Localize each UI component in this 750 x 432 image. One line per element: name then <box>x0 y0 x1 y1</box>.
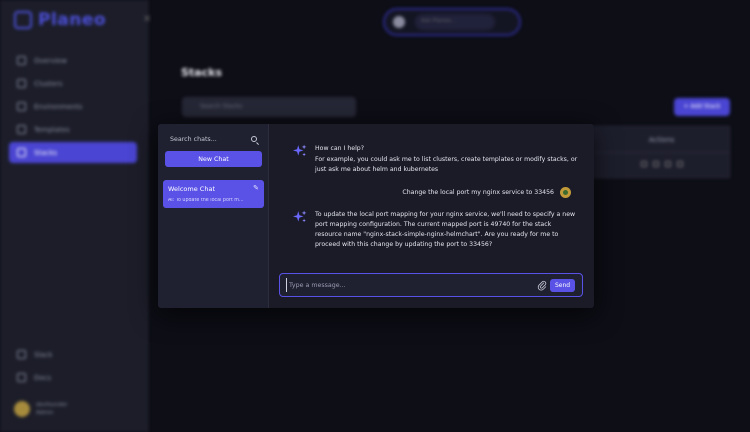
top-ai-search[interactable]: Ask Planeo... <box>383 8 521 36</box>
edit-pencil-icon[interactable]: ✎ <box>253 184 259 192</box>
message-input[interactable] <box>286 278 526 292</box>
sidebar-bottom-nav: Slack Docs <box>9 344 137 390</box>
collapse-sidebar-icon[interactable]: ✕ <box>143 14 151 25</box>
sparkle-icon <box>293 144 307 157</box>
docs-icon <box>17 373 26 382</box>
message-line: proceed with this change by updating the… <box>315 241 493 248</box>
delete-icon[interactable] <box>676 161 683 167</box>
message-line: For example, you could ask me to list cl… <box>315 156 578 163</box>
sidebar-item-label: Stacks <box>34 148 58 157</box>
planeo-logo-icon <box>14 11 32 29</box>
chat-search-placeholder: Search chats... <box>170 136 217 143</box>
stack-icon <box>17 148 26 157</box>
user-role: Admin <box>36 410 54 416</box>
grid-icon <box>17 102 26 111</box>
edit-icon[interactable] <box>652 161 659 167</box>
send-button[interactable]: Send <box>550 279 575 292</box>
ai-assistant-icon <box>393 16 405 28</box>
message-line: resource name "nginx-stack-simple-nginx-… <box>315 231 559 238</box>
add-stack-button[interactable]: + Add Stack <box>674 98 730 116</box>
chat-modal: Search chats... New Chat Welcome Chat AI… <box>158 124 594 308</box>
conversation-preview: AI: To update the local port m... <box>168 198 244 203</box>
sidebar-item-environments[interactable]: Environments <box>9 96 137 117</box>
user-profile[interactable]: devfounder Admin <box>14 401 68 417</box>
home-icon <box>17 56 26 65</box>
sidebar-item-templates[interactable]: Templates <box>9 119 137 140</box>
message-line: How can I help? <box>315 145 364 152</box>
message-line: port mapping configuration. The current … <box>315 221 552 228</box>
duplicate-icon[interactable] <box>664 161 671 167</box>
paperclip-icon[interactable] <box>537 280 547 291</box>
sidebar-item-clusters[interactable]: Clusters <box>9 73 137 94</box>
slack-icon <box>17 350 26 359</box>
row-actions <box>594 153 729 167</box>
search-icon <box>251 136 257 142</box>
sidebar-item-label: Templates <box>34 125 70 134</box>
chat-sidebar: Search chats... New Chat Welcome Chat AI… <box>158 124 269 308</box>
user-message-text: Change the local port my nginx service t… <box>402 189 554 196</box>
sidebar-item-label: Overview <box>34 56 67 65</box>
sidebar-item-docs[interactable]: Docs <box>9 367 137 388</box>
sidebar-item-slack[interactable]: Slack <box>9 344 137 365</box>
app-name: Planeo <box>38 10 107 30</box>
sidebar-item-label: Clusters <box>34 79 63 88</box>
conversation-title: Welcome Chat <box>168 185 215 193</box>
copy-icon[interactable] <box>640 161 647 167</box>
message-composer: Send <box>279 273 583 297</box>
user-message: Change the local port my nginx service t… <box>402 187 571 198</box>
app-logo[interactable]: Planeo <box>14 10 106 30</box>
template-icon <box>17 125 26 134</box>
assistant-message: To update the local port mapping for you… <box>293 210 575 250</box>
assistant-message: How can I help? For example, you could a… <box>293 144 577 175</box>
table-header-actions: Actions <box>594 127 729 153</box>
stacks-table: Actions <box>593 126 730 178</box>
message-line: just ask me about helm and kubernetes <box>315 166 439 173</box>
sidebar: Planeo ✕ Overview Clusters Environments … <box>0 0 151 432</box>
conversation-item[interactable]: Welcome Chat AI: To update the local por… <box>163 180 264 208</box>
sparkle-icon <box>293 210 307 223</box>
new-chat-button[interactable]: New Chat <box>165 151 262 167</box>
user-name: devfounder <box>36 402 68 408</box>
sidebar-item-stacks[interactable]: Stacks <box>9 142 137 163</box>
sidebar-item-label: Slack <box>34 350 53 359</box>
cluster-icon <box>17 79 26 88</box>
sidebar-item-label: Docs <box>34 373 52 382</box>
chat-search-input[interactable]: Search chats... <box>165 132 262 148</box>
stacks-search-input[interactable]: Search Stacks <box>182 97 356 117</box>
chat-thread: How can I help? For example, you could a… <box>269 124 594 308</box>
avatar <box>560 187 571 198</box>
sidebar-item-overview[interactable]: Overview <box>9 50 137 71</box>
page-title: Stacks <box>181 66 222 79</box>
avatar <box>14 401 30 417</box>
sidebar-nav: Overview Clusters Environments Templates… <box>9 50 137 165</box>
sidebar-item-label: Environments <box>34 102 83 111</box>
top-search-input[interactable]: Ask Planeo... <box>415 14 495 30</box>
message-line: To update the local port mapping for you… <box>315 211 576 218</box>
